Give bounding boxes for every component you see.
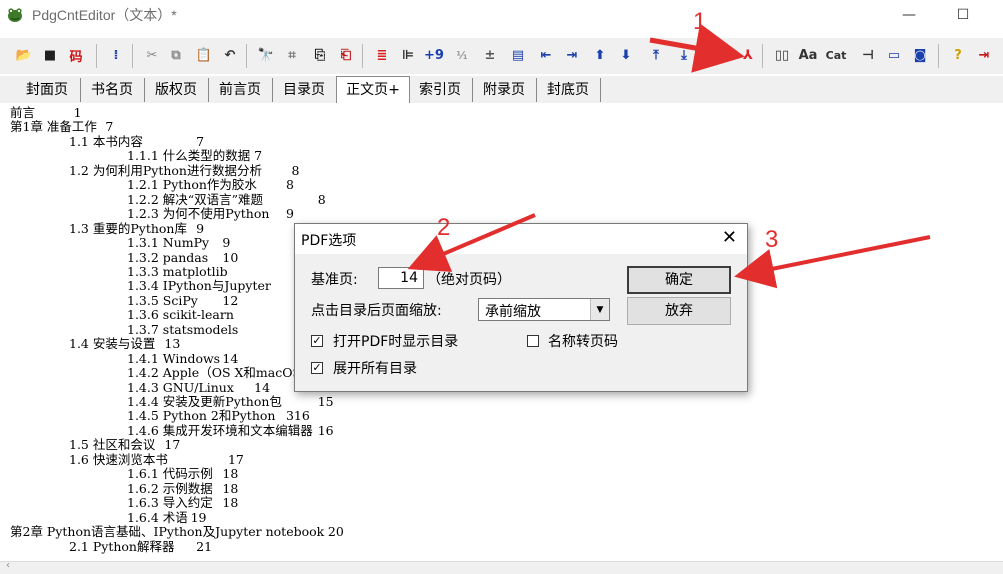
annotation-number: 1: [693, 8, 707, 35]
annotation-arrows: [407, 23, 931, 289]
annotation-number: 2: [437, 214, 451, 241]
arrow-2: [407, 213, 536, 272]
arrow-1: [649, 23, 745, 73]
annotation-number: 3: [765, 226, 779, 253]
